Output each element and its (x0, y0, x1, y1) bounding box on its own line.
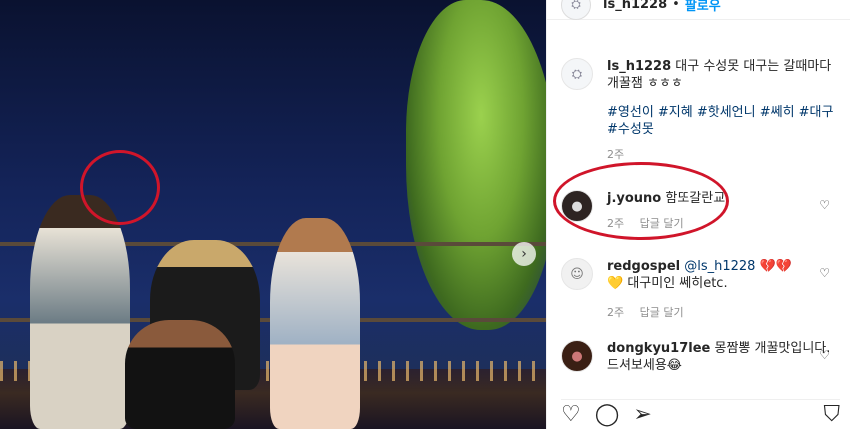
heart-icon[interactable]: ♡ (819, 266, 830, 280)
follow-button[interactable]: 팔로우 (685, 0, 721, 14)
comment-username[interactable]: dongkyu17lee (607, 341, 710, 356)
heart-icon[interactable]: ♡ (819, 198, 830, 212)
caption: ⛭ ls_h1228 대구 수성못 대구는 갈때마다 개꿀잼 ㅎㅎㅎ #영선이 … (561, 58, 840, 163)
comment-username[interactable]: redgospel (607, 259, 680, 274)
comment-item: ☺ redgospel @ls_h1228 💔💔 💛 대구미인 쎄히etc. 2… (561, 258, 840, 321)
highlight-circle (80, 150, 160, 225)
avatar[interactable]: ⛭ (561, 58, 593, 90)
person (30, 195, 130, 429)
action-bar: ♡ ◯ ➢ ⛉ (561, 399, 840, 429)
caption-username[interactable]: ls_h1228 (607, 59, 671, 74)
person (125, 320, 235, 429)
heart-icon[interactable]: ♡ (561, 402, 581, 427)
comment-text: 💛 대구미인 쎄히etc. (607, 276, 728, 291)
reply-button[interactable]: 답글 달기 (640, 306, 684, 319)
separator: • (672, 0, 680, 12)
highlight-oval (553, 162, 729, 240)
avatar[interactable]: ☺ (561, 258, 593, 290)
chevron-right-icon[interactable]: › (512, 242, 536, 266)
broken-heart-emoji: 💔💔 (759, 259, 792, 274)
caption-time: 2주 (607, 148, 625, 161)
author-username[interactable]: ls_h1228 (603, 0, 667, 12)
avatar[interactable]: ● (561, 340, 593, 372)
hashtags[interactable]: #영선이 #지혜 #핫세언니 #쎄히 #대구 #수성못 (607, 104, 840, 138)
tree (406, 0, 546, 330)
bookmark-icon[interactable]: ⛉ (823, 402, 840, 427)
share-icon[interactable]: ➢ (633, 402, 651, 427)
post-photo[interactable]: › (0, 0, 546, 429)
person (270, 218, 360, 429)
comment-time: 2주 (607, 306, 625, 319)
heart-icon[interactable]: ♡ (819, 348, 830, 362)
post-header: ⛭ ls_h1228 • 팔로우 (547, 0, 850, 20)
avatar[interactable]: ⛭ (561, 0, 591, 20)
comment-icon[interactable]: ◯ (595, 402, 620, 427)
instagram-post-view: › ⛭ ls_h1228 • 팔로우 ⛭ ls_h1228 대구 수성못 대구는… (0, 0, 850, 429)
comment-item: ● dongkyu17lee 몽짬뽕 개꿀맛입니다. 드셔보세용😂 ♡ (561, 340, 840, 374)
mention-link[interactable]: @ls_h1228 (684, 259, 755, 274)
